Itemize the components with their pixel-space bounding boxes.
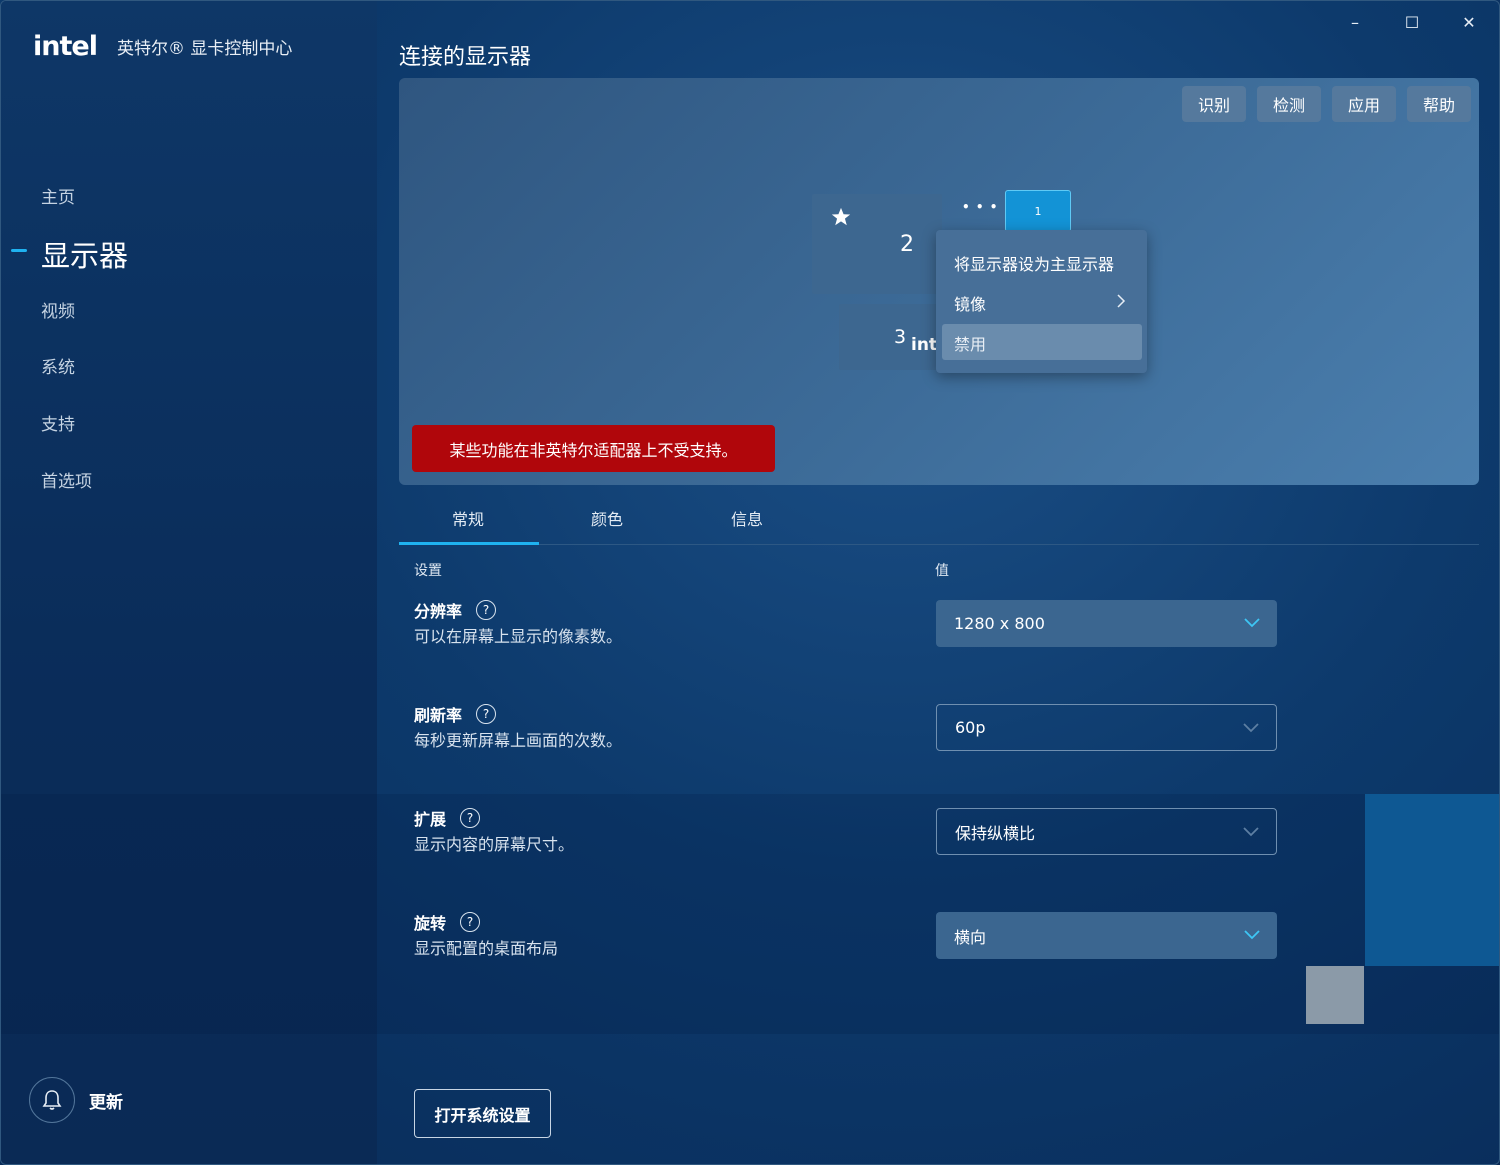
nav-item-display[interactable]: 显示器 bbox=[41, 233, 128, 275]
nav-item-system[interactable]: 系统 bbox=[41, 353, 75, 378]
column-header-value: 值 bbox=[935, 563, 949, 579]
resolution-title-text: 分辨率 bbox=[414, 602, 463, 621]
menu-item-mirror[interactable]: 镜像 bbox=[954, 291, 986, 315]
active-tab-indicator bbox=[399, 542, 539, 545]
page-title: 连接的显示器 bbox=[399, 45, 532, 70]
apply-button[interactable]: 应用 bbox=[1332, 86, 1396, 122]
refresh-rate-title: 刷新率 ? bbox=[414, 702, 497, 726]
help-icon[interactable]: ? bbox=[476, 600, 497, 620]
open-system-settings-button[interactable]: 打开系统设置 bbox=[414, 1089, 551, 1138]
bell-icon bbox=[29, 1077, 75, 1123]
column-header-setting: 设置 bbox=[414, 563, 442, 579]
rotation-title-text: 旋转 bbox=[414, 914, 447, 933]
star-icon bbox=[831, 207, 851, 226]
update-button[interactable]: 更新 bbox=[29, 1077, 123, 1123]
monitor-2[interactable]: 2 • • • bbox=[812, 194, 997, 294]
close-button[interactable]: ✕ bbox=[1449, 9, 1489, 35]
monitor-context-menu: 将显示器设为主显示器 镜像 禁用 bbox=[936, 230, 1147, 373]
refresh-rate-dropdown[interactable]: 60p bbox=[936, 704, 1277, 751]
scaling-dropdown[interactable]: 保持纵横比 bbox=[936, 808, 1277, 855]
chevron-down-icon bbox=[1244, 930, 1260, 940]
refresh-rate-value: 60p bbox=[955, 718, 986, 737]
detect-button[interactable]: 检测 bbox=[1257, 86, 1321, 122]
menu-item-set-primary[interactable]: 将显示器设为主显示器 bbox=[954, 251, 1114, 275]
resolution-title: 分辨率 ? bbox=[414, 598, 497, 622]
tabs-divider bbox=[399, 544, 1479, 545]
monitor-3[interactable]: 3 intel bbox=[839, 304, 939, 370]
more-options-icon[interactable]: • • • bbox=[962, 200, 998, 214]
rotation-dropdown[interactable]: 横向 bbox=[936, 912, 1277, 959]
resolution-value: 1280 x 800 bbox=[954, 614, 1045, 633]
resolution-dropdown[interactable]: 1280 x 800 bbox=[936, 600, 1277, 647]
app-window: intel 英特尔® 显卡控制中心 主页 显示器 视频 系统 支持 首选项 更新… bbox=[0, 0, 1500, 1165]
brand: intel 英特尔® 显卡控制中心 bbox=[33, 31, 292, 62]
chevron-right-icon bbox=[1117, 294, 1126, 308]
nav-item-home[interactable]: 主页 bbox=[41, 183, 75, 208]
identify-button[interactable]: 识别 bbox=[1182, 86, 1246, 122]
rotation-value: 横向 bbox=[954, 927, 987, 947]
refresh-rate-description: 每秒更新屏幕上画面的次数。 bbox=[414, 731, 623, 750]
chevron-down-icon bbox=[1243, 723, 1259, 733]
decorative-block bbox=[1365, 794, 1499, 966]
monitor-3-adapter-logo: intel bbox=[911, 335, 939, 355]
help-icon[interactable]: ? bbox=[460, 912, 481, 932]
tab-color[interactable]: 颜色 bbox=[591, 506, 623, 530]
refresh-rate-title-text: 刷新率 bbox=[414, 706, 463, 725]
scaling-value: 保持纵横比 bbox=[955, 823, 1036, 843]
rotation-description: 显示配置的桌面布局 bbox=[414, 939, 559, 958]
monitor-2-label: 2 bbox=[900, 232, 914, 257]
help-icon[interactable]: ? bbox=[460, 808, 481, 828]
nav-item-support[interactable]: 支持 bbox=[41, 410, 75, 435]
monitor-3-label: 3 bbox=[894, 326, 907, 348]
scaling-description: 显示内容的屏幕尺寸。 bbox=[414, 835, 575, 854]
unsupported-adapter-warning: 某些功能在非英特尔适配器上不受支持。 bbox=[412, 425, 775, 472]
rotation-title: 旋转 ? bbox=[414, 910, 481, 934]
update-label: 更新 bbox=[89, 1092, 123, 1113]
monitor-1[interactable]: 1 bbox=[1005, 190, 1071, 232]
nav-item-video[interactable]: 视频 bbox=[41, 297, 75, 322]
help-button[interactable]: 帮助 bbox=[1407, 86, 1471, 122]
tab-info[interactable]: 信息 bbox=[731, 506, 763, 530]
maximize-button[interactable]: ☐ bbox=[1392, 9, 1432, 35]
decorative-block bbox=[1306, 966, 1364, 1024]
menu-item-disable[interactable]: 禁用 bbox=[954, 331, 986, 355]
chevron-down-icon bbox=[1243, 827, 1259, 837]
resolution-description: 可以在屏幕上显示的像素数。 bbox=[414, 627, 623, 646]
scaling-title: 扩展 ? bbox=[414, 806, 481, 830]
chevron-down-icon bbox=[1244, 618, 1260, 628]
app-title: 英特尔® 显卡控制中心 bbox=[116, 39, 293, 59]
nav-active-indicator bbox=[11, 249, 27, 252]
nav-item-preferences[interactable]: 首选项 bbox=[41, 467, 92, 492]
intel-logo: intel bbox=[33, 31, 98, 62]
minimize-button[interactable]: – bbox=[1335, 9, 1375, 35]
scaling-title-text: 扩展 bbox=[414, 810, 447, 829]
help-icon[interactable]: ? bbox=[476, 704, 497, 724]
tab-general[interactable]: 常规 bbox=[452, 506, 484, 530]
